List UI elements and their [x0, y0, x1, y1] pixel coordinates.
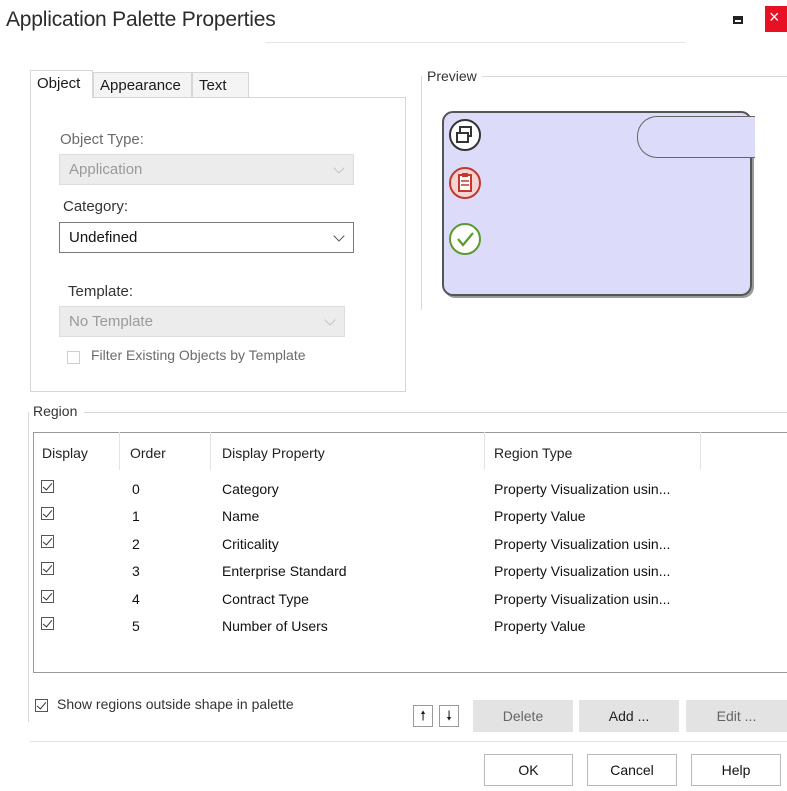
add-button-label: Add ... — [608, 708, 650, 724]
chevron-down-icon — [333, 162, 345, 174]
maximize-icon[interactable] — [733, 16, 743, 24]
display-checkbox[interactable] — [41, 590, 54, 603]
template-value: No Template — [69, 313, 153, 330]
close-icon: × — [769, 7, 780, 27]
ok-button[interactable]: OK — [484, 754, 573, 786]
template-select: No Template — [59, 306, 345, 337]
edit-button-label: Edit ... — [716, 708, 757, 724]
cancel-button[interactable]: Cancel — [587, 754, 677, 786]
category-select[interactable]: Undefined — [59, 222, 354, 253]
region-label: Region — [33, 403, 78, 419]
region-type-cell: Property Visualization usin... — [494, 563, 671, 579]
display-checkbox[interactable] — [41, 480, 54, 493]
tab-text[interactable]: Text — [192, 72, 249, 98]
object-type-value: Application — [69, 161, 143, 178]
checkmark-icon — [449, 223, 481, 255]
window-title: Application Palette Properties — [6, 8, 276, 31]
category-label: Category: — [63, 198, 129, 215]
display-checkbox[interactable] — [41, 507, 54, 520]
chevron-down-icon — [324, 314, 336, 326]
property-cell: Name — [222, 508, 260, 524]
property-cell: Number of Users — [222, 618, 328, 634]
order-cell: 1 — [132, 508, 140, 524]
ok-button-label: OK — [518, 762, 539, 778]
show-regions-outside-checkbox[interactable] — [35, 699, 48, 712]
arrow-down-icon: 🠗 — [446, 708, 452, 723]
column-separator — [484, 432, 485, 470]
delete-button[interactable]: Delete — [473, 700, 573, 732]
order-cell: 3 — [132, 563, 140, 579]
property-cell: Category — [222, 481, 279, 497]
order-cell: 0 — [132, 481, 140, 497]
column-separator — [210, 432, 211, 470]
preview-region-pill — [637, 116, 755, 158]
column-header-order[interactable]: Order — [130, 445, 166, 461]
help-button[interactable]: Help — [691, 754, 781, 786]
column-header-display-property[interactable]: Display Property — [222, 445, 325, 461]
property-cell: Contract Type — [222, 591, 309, 607]
application-icon — [449, 119, 481, 151]
template-label: Template: — [68, 283, 134, 300]
cancel-button-label: Cancel — [610, 762, 654, 778]
close-button[interactable]: × — [765, 6, 787, 32]
region-type-cell: Property Value — [494, 508, 586, 524]
chevron-down-icon — [333, 230, 345, 242]
order-cell: 5 — [132, 618, 140, 634]
region-list[interactable] — [33, 432, 787, 673]
region-type-cell: Property Value — [494, 618, 586, 634]
move-down-button[interactable]: 🠗 — [439, 705, 459, 727]
column-separator — [700, 432, 701, 470]
clipboard-icon — [449, 167, 481, 199]
title-divider — [265, 42, 685, 43]
column-header-display[interactable]: Display — [42, 445, 88, 461]
order-cell: 4 — [132, 591, 140, 607]
filter-checkbox-label: Filter Existing Objects by Template — [91, 347, 306, 363]
region-type-cell: Property Visualization usin... — [494, 481, 671, 497]
preview-group-rule — [421, 76, 422, 310]
tab-appearance[interactable]: Appearance — [93, 72, 192, 98]
display-checkbox[interactable] — [41, 617, 54, 630]
move-up-button[interactable]: 🠕 — [413, 705, 433, 727]
region-group-rule — [84, 412, 787, 413]
order-cell: 2 — [132, 536, 140, 552]
delete-button-label: Delete — [502, 708, 544, 724]
filter-checkbox — [67, 351, 80, 364]
display-checkbox[interactable] — [41, 535, 54, 548]
display-checkbox[interactable] — [41, 562, 54, 575]
add-button[interactable]: Add ... — [579, 700, 679, 732]
show-regions-outside-label: Show regions outside shape in palette — [57, 696, 294, 712]
dialog-footer-divider — [30, 741, 787, 742]
edit-button[interactable]: Edit ... — [686, 700, 787, 732]
column-separator — [119, 432, 120, 470]
help-button-label: Help — [721, 762, 751, 778]
region-type-cell: Property Visualization usin... — [494, 591, 671, 607]
region-type-cell: Property Visualization usin... — [494, 536, 671, 552]
arrow-up-icon: 🠕 — [420, 708, 426, 723]
tab-object-label: Object — [37, 75, 81, 92]
tab-text-label: Text — [199, 77, 227, 94]
tab-object[interactable]: Object — [30, 70, 93, 98]
property-cell: Criticality — [222, 536, 279, 552]
tab-appearance-label: Appearance — [100, 77, 181, 94]
object-type-select: Application — [59, 154, 354, 185]
object-type-label: Object Type: — [60, 131, 144, 148]
preview-label: Preview — [427, 68, 477, 84]
category-value: Undefined — [69, 229, 138, 246]
preview-group-rule — [482, 76, 787, 77]
property-cell: Enterprise Standard — [222, 563, 347, 579]
region-group-rule — [28, 412, 29, 722]
column-header-region-type[interactable]: Region Type — [494, 445, 572, 461]
